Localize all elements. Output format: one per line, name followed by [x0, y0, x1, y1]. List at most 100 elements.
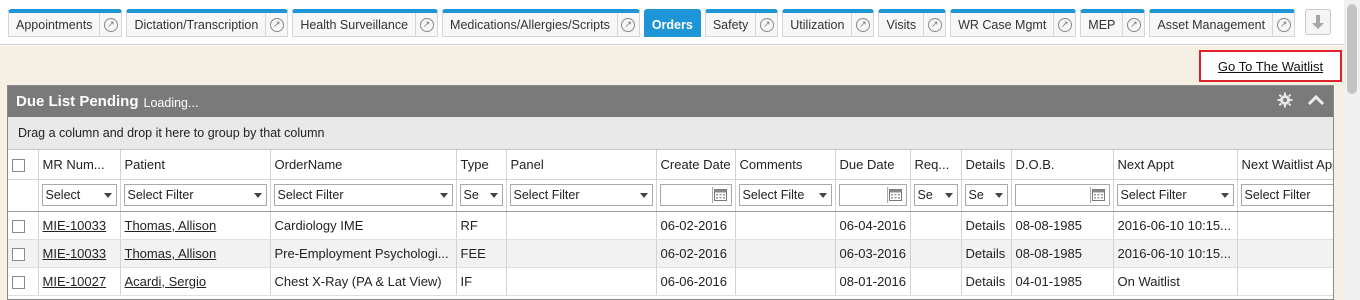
tab-visits[interactable]: Visits ↗ [878, 9, 947, 37]
tabs-scroll-down-button[interactable] [1305, 9, 1331, 35]
table-row[interactable]: MIE-10027 Acardi, Sergio Chest X-Ray (PA… [8, 267, 1333, 296]
open-in-new-window-icon[interactable]: ↗ [265, 13, 287, 36]
order-name-cell: Chest X-Ray (PA & Lat View) [270, 267, 457, 296]
collapse-chevron-up-icon[interactable] [1307, 94, 1325, 106]
open-in-new-window-icon[interactable]: ↗ [923, 13, 945, 36]
due-date-filter-input[interactable] [838, 184, 907, 206]
patient-filter-select[interactable]: Select Filter [123, 184, 267, 206]
dob-cell: 08-08-1985 [1011, 239, 1114, 268]
scrollbar-thumb[interactable] [1347, 4, 1357, 94]
table-row[interactable]: MIE-10033 Thomas, Allison Pre-Employment… [8, 239, 1333, 268]
patient-link[interactable]: Thomas, Allison [125, 218, 217, 233]
tab-appointments[interactable]: Appointments ↗ [8, 9, 123, 37]
column-header-type[interactable]: Type [456, 150, 507, 180]
create-date-cell: 06-06-2016 [656, 267, 736, 296]
patient-link[interactable]: Thomas, Allison [125, 246, 217, 261]
calendar-icon[interactable] [711, 187, 729, 203]
type-filter-select[interactable]: Se [459, 184, 503, 206]
dob-cell: 04-01-1985 [1011, 267, 1114, 296]
tab-safety[interactable]: Safety ↗ [704, 9, 779, 37]
tab-orders[interactable]: Orders [643, 9, 701, 37]
column-header-patient[interactable]: Patient [120, 150, 271, 180]
orders-content: Go To The Waitlist Due List Pending Load… [0, 46, 1344, 300]
panel-header: Due List Pending Loading... [8, 86, 1333, 117]
mr-number-filter-select[interactable]: Select [41, 184, 117, 206]
due-date-cell: 06-03-2016 [835, 239, 911, 268]
open-in-new-window-icon[interactable]: ↗ [1272, 13, 1294, 36]
column-header-next-appt[interactable]: Next Appt [1113, 150, 1238, 180]
tab-dictation-transcription[interactable]: Dictation/Transcription ↗ [126, 9, 289, 37]
mr-number-link[interactable]: MIE-10033 [43, 246, 107, 261]
required-cell [910, 267, 962, 296]
gear-icon[interactable] [1277, 92, 1293, 108]
details-cell[interactable]: Details [961, 211, 1012, 240]
comments-filter-select[interactable]: Select Filte [738, 184, 832, 206]
panel-filter-select[interactable]: Select Filter [509, 184, 653, 206]
patient-link[interactable]: Acardi, Sergio [125, 274, 207, 289]
tab-label: Health Surveillance [300, 17, 409, 32]
filter-row: Select Select Filter Select Filter Se Se… [8, 179, 1333, 212]
create-date-filter-input[interactable] [659, 184, 732, 206]
tab-mep[interactable]: MEP ↗ [1080, 9, 1146, 37]
order-name-cell: Cardiology IME [270, 211, 457, 240]
tab-asset-management[interactable]: Asset Management ↗ [1149, 9, 1296, 37]
dropdown-caret-icon [1220, 193, 1229, 198]
dropdown-caret-icon [253, 193, 262, 198]
tab-list: Appointments ↗ Dictation/Transcription ↗… [8, 9, 1299, 37]
go-to-waitlist-link[interactable]: Go To The Waitlist [1218, 59, 1323, 74]
dob-filter-input[interactable] [1014, 184, 1110, 206]
dropdown-caret-icon [489, 193, 498, 198]
page-scrollbar[interactable] [1344, 0, 1360, 300]
dropdown-caret-icon [103, 193, 112, 198]
open-in-new-window-icon[interactable]: ↗ [99, 13, 121, 36]
row-checkbox[interactable] [12, 219, 25, 233]
open-in-new-window-icon[interactable]: ↗ [851, 13, 873, 36]
column-header-next-waitlist-appt[interactable]: Next Waitlist Appt [1237, 150, 1333, 180]
column-header-due-date[interactable]: Due Date [835, 150, 911, 180]
details-cell[interactable]: Details [961, 267, 1012, 296]
required-cell [910, 211, 962, 240]
due-date-cell: 06-04-2016 [835, 211, 911, 240]
column-header-comments[interactable]: Comments [735, 150, 836, 180]
table-row[interactable]: MIE-10033 Thomas, Allison Cardiology IME… [8, 211, 1333, 240]
tab-label: Orders [651, 17, 693, 32]
due-date-cell: 08-01-2016 [835, 267, 911, 296]
column-header-details[interactable]: Details [961, 150, 1012, 180]
panel-title: Due List Pending [16, 93, 139, 110]
open-in-new-window-icon[interactable]: ↗ [1053, 13, 1075, 36]
open-in-new-window-icon[interactable]: ↗ [415, 13, 437, 36]
order-name-filter-select[interactable]: Select Filter [273, 184, 453, 206]
next-waitlist-cell [1237, 267, 1333, 296]
tab-medications-allergies-scripts[interactable]: Medications/Allergies/Scripts ↗ [442, 9, 640, 37]
tab-label: Safety [712, 17, 749, 32]
select-all-checkbox[interactable] [12, 158, 25, 172]
mr-number-link[interactable]: MIE-10033 [43, 218, 107, 233]
tab-label: Visits [886, 17, 917, 32]
next-waitlist-cell [1237, 239, 1333, 268]
group-by-drop-zone[interactable]: Drag a column and drop it here to group … [8, 117, 1333, 150]
column-header-order-name[interactable]: OrderName [270, 150, 457, 180]
column-header-create-date[interactable]: Create Date [656, 150, 736, 180]
tab-utilization[interactable]: Utilization ↗ [782, 9, 875, 37]
next-appt-filter-select[interactable]: Select Filter [1116, 184, 1234, 206]
dropdown-caret-icon [818, 193, 827, 198]
row-checkbox[interactable] [12, 247, 25, 261]
next-waitlist-filter-select[interactable]: Select Filter [1240, 184, 1333, 206]
open-in-new-window-icon[interactable]: ↗ [755, 13, 777, 36]
tab-wr-case-mgmt[interactable]: WR Case Mgmt ↗ [950, 9, 1077, 37]
details-cell[interactable]: Details [961, 239, 1012, 268]
tab-health-surveillance[interactable]: Health Surveillance ↗ [292, 9, 439, 37]
column-header-dob[interactable]: D.O.B. [1011, 150, 1114, 180]
open-in-new-window-icon[interactable]: ↗ [616, 13, 639, 36]
details-filter-select[interactable]: Se [964, 184, 1008, 206]
column-header-panel[interactable]: Panel [506, 150, 657, 180]
calendar-icon[interactable] [1089, 187, 1107, 203]
row-checkbox[interactable] [12, 275, 25, 289]
required-filter-select[interactable]: Se [913, 184, 958, 206]
column-header-mr-number[interactable]: MR Num... [38, 150, 121, 180]
create-date-cell: 06-02-2016 [656, 211, 736, 240]
calendar-icon[interactable] [886, 187, 904, 203]
column-header-required[interactable]: Req... [910, 150, 962, 180]
mr-number-link[interactable]: MIE-10027 [43, 274, 107, 289]
open-in-new-window-icon[interactable]: ↗ [1122, 13, 1144, 36]
